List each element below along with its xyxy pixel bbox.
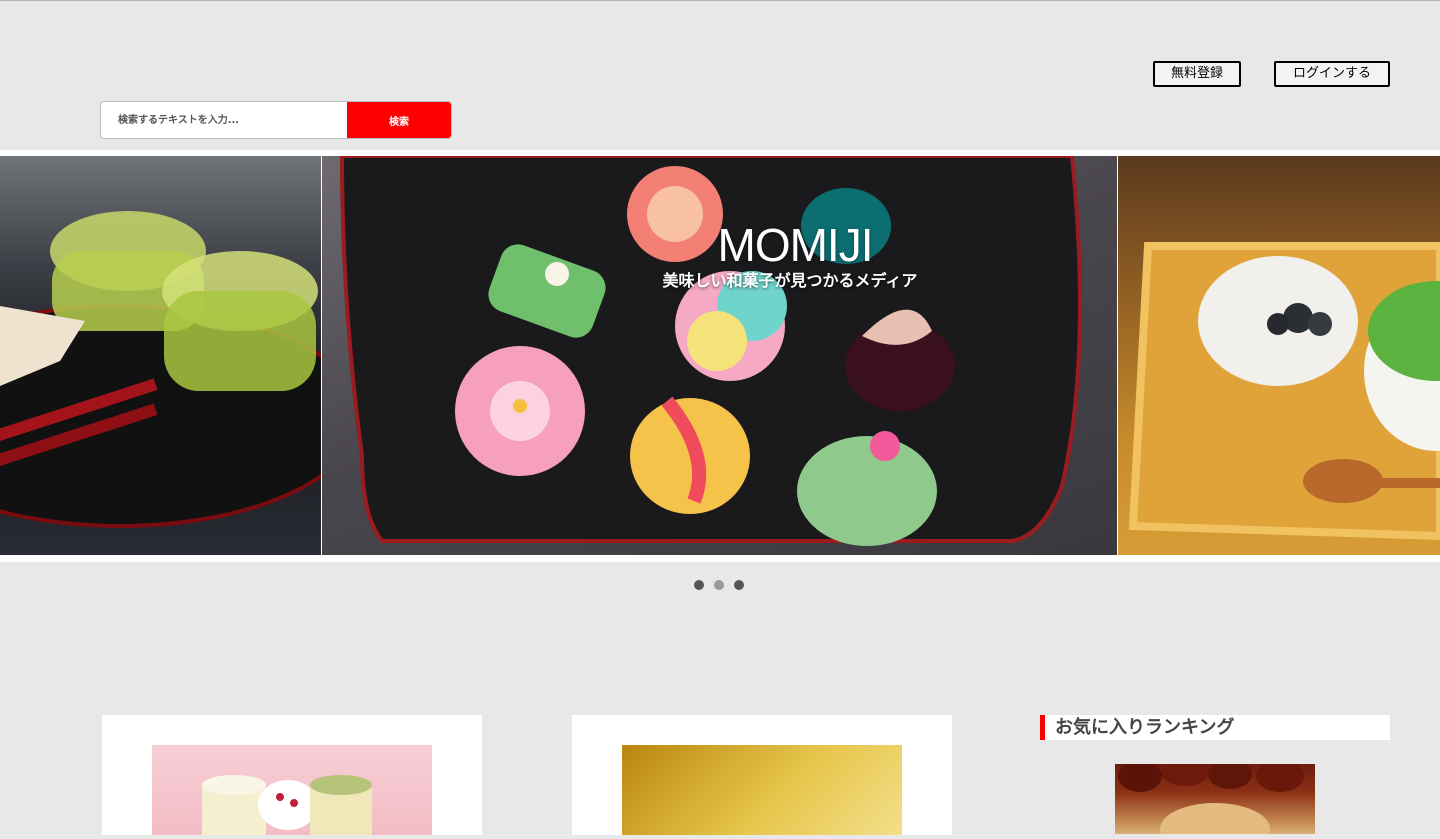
ranking-header: お気に入りランキング xyxy=(1040,715,1390,740)
article-card-image xyxy=(622,745,902,835)
hero-subtitle: 美味しい和菓子が見つかるメディア xyxy=(662,271,918,290)
search-input[interactable] xyxy=(101,102,347,138)
article-card-image xyxy=(152,745,432,839)
search-form: 検索 xyxy=(100,101,452,139)
slide-tea-cups[interactable] xyxy=(0,156,321,555)
top-border xyxy=(0,0,1440,1)
tea-cups-image xyxy=(0,211,321,528)
ranking-title: お気に入りランキング xyxy=(1055,717,1235,738)
slider-pagination xyxy=(694,580,744,590)
login-button[interactable]: ログインする xyxy=(1274,61,1390,87)
slide-matcha-sweets[interactable] xyxy=(1118,156,1440,555)
hero-title: MOMIJI xyxy=(717,219,874,271)
article-card[interactable] xyxy=(572,715,952,835)
slider-dot-2[interactable] xyxy=(714,580,724,590)
article-card[interactable] xyxy=(102,715,482,839)
wagashi-tray-image xyxy=(339,156,1082,546)
slide-wagashi-tray[interactable] xyxy=(322,156,1117,555)
matcha-sweets-image xyxy=(1128,242,1440,541)
register-button[interactable]: 無料登録 xyxy=(1153,61,1241,87)
ranking-item-image[interactable] xyxy=(1115,758,1315,839)
search-button[interactable]: 検索 xyxy=(347,102,451,138)
slider-dot-1[interactable] xyxy=(694,580,704,590)
slider-dot-3[interactable] xyxy=(734,580,744,590)
ranking-accent-bar xyxy=(1040,715,1045,740)
